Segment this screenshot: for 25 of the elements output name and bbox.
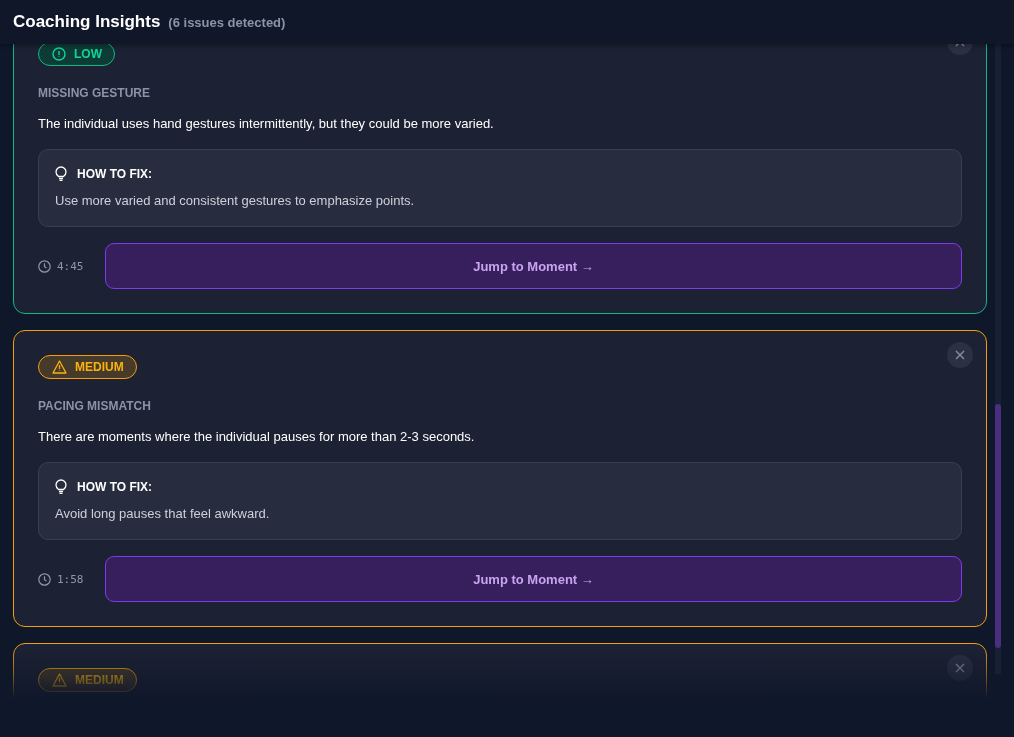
issue-description: The individual uses hand gestures intermittently, but they could be more varied. — [38, 116, 495, 131]
clock-icon — [38, 572, 51, 586]
scrollbar-thumb[interactable] — [995, 404, 1001, 648]
warning-icon — [52, 360, 67, 374]
warning-icon — [52, 673, 67, 687]
jump-to-moment-button[interactable]: Jump to Moment → — [105, 556, 962, 602]
fix-text: Avoid long pauses that feel awkward. — [55, 506, 271, 521]
severity-badge: LOW — [38, 44, 115, 66]
severity-badge: MEDIUM — [38, 355, 137, 379]
issue-count: (6 issues detected) — [168, 14, 286, 30]
timestamp: 4:45 — [57, 259, 85, 273]
jump-to-moment-button[interactable]: Jump to Moment → — [105, 243, 962, 289]
fix-heading: HOW TO FIX: — [77, 166, 153, 181]
info-icon — [52, 47, 66, 61]
fix-text: Use more varied and consistent gestures to emphasize points. — [55, 193, 416, 208]
clock-icon — [38, 259, 51, 273]
lightbulb-icon — [55, 479, 67, 494]
fix-heading: HOW TO FIX: — [77, 479, 153, 494]
timestamp: 1:58 — [57, 572, 85, 586]
lightbulb-icon — [55, 166, 67, 181]
panel-title: Coaching Insights — [13, 12, 161, 32]
issue-description: There are moments where the individual pauses for more than 2-3 seconds. — [38, 429, 476, 444]
issue-category: PACING MISMATCH — [38, 399, 152, 413]
issue-category: MISSING GESTURE — [38, 86, 151, 100]
severity-badge: MEDIUM — [38, 668, 137, 692]
